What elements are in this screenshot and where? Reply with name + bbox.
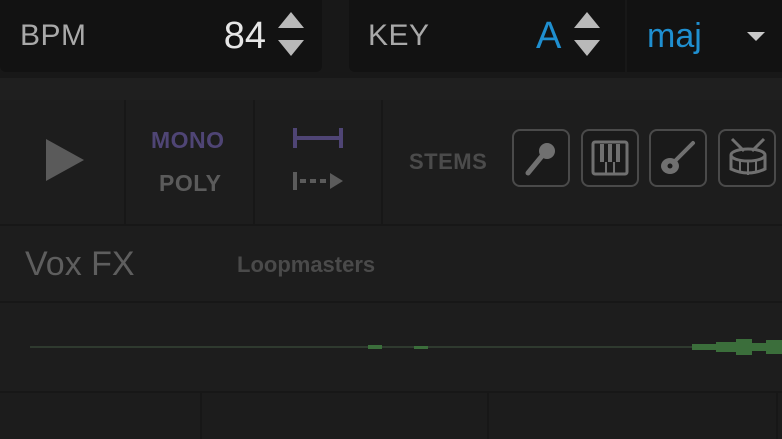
stems-label: STEMS (409, 149, 488, 174)
loop-mode-toggle[interactable] (288, 124, 348, 196)
increment-arrow-icon[interactable] (574, 12, 600, 28)
bpm-panel: BPM 84 (0, 0, 322, 72)
stem-guitar-button[interactable] (649, 129, 707, 187)
stem-drums-button[interactable] (718, 129, 776, 187)
chevron-down-icon[interactable] (747, 32, 765, 41)
loop-range-icon (293, 128, 343, 148)
drum-icon (729, 137, 767, 175)
bpm-stepper[interactable] (276, 12, 306, 58)
increment-arrow-icon[interactable] (278, 12, 304, 28)
stem-vocals-button[interactable] (512, 129, 570, 187)
bpm-value[interactable]: 84 (224, 14, 266, 58)
one-shot-arrow-icon (293, 172, 343, 190)
play-button[interactable] (40, 134, 88, 186)
sample-pack[interactable]: Loopmasters (237, 252, 375, 278)
microphone-icon (525, 143, 555, 176)
play-icon (46, 139, 84, 181)
guitar-icon (661, 141, 695, 174)
divider (253, 100, 255, 224)
divider (487, 393, 489, 439)
piano-icon (591, 140, 629, 176)
bottom-row (0, 393, 782, 439)
waveform[interactable] (0, 303, 782, 391)
scale-dropdown[interactable]: maj (627, 0, 782, 72)
bpm-label: BPM (20, 19, 87, 52)
key-stepper[interactable] (572, 12, 602, 58)
divider (124, 100, 126, 224)
sample-title: Vox FX (25, 245, 135, 283)
mono-option[interactable]: MONO (151, 127, 225, 154)
scale-value: maj (647, 17, 702, 55)
key-panel: KEY A (349, 0, 625, 72)
divider (776, 393, 778, 439)
divider (200, 393, 202, 439)
divider (381, 100, 383, 224)
decrement-arrow-icon[interactable] (574, 40, 600, 56)
key-value[interactable]: A (536, 14, 561, 58)
decrement-arrow-icon[interactable] (278, 40, 304, 56)
poly-option[interactable]: POLY (159, 170, 222, 197)
key-label: KEY (368, 19, 430, 52)
stem-keys-button[interactable] (581, 129, 639, 187)
